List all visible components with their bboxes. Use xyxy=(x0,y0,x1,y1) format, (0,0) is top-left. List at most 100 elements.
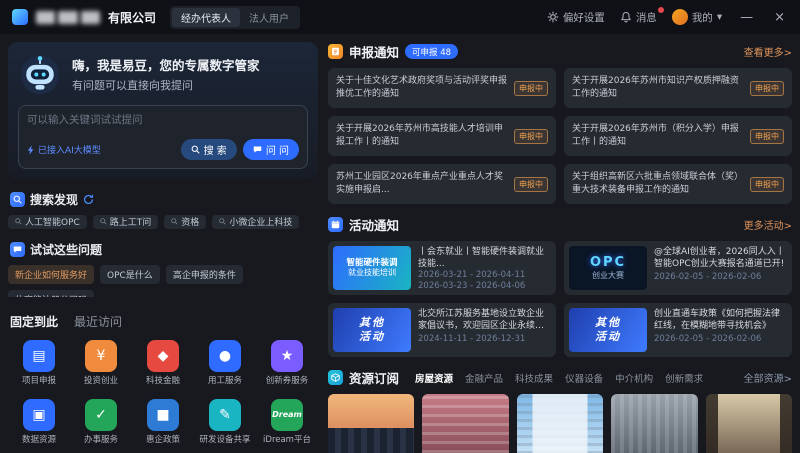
property-card[interactable]: 整楼出租创新工E+586㎡ 40 9平 xyxy=(422,394,508,453)
question-chip[interactable]: 住宅能注册公司吗 xyxy=(8,290,94,297)
question-input[interactable] xyxy=(27,114,299,126)
preferences-button[interactable]: 偏好设置 xyxy=(547,10,605,25)
gear-icon xyxy=(547,11,559,23)
property-card[interactable]: 560义创办公，满足精... 办公，95-1800㎡ xyxy=(517,394,603,453)
activity-thumbnail: 智能硬件装调 就业技能培训 xyxy=(333,246,411,290)
ask-button-label: 问 问 xyxy=(266,142,289,157)
titlebar-actions: 偏好设置 消息 我的 ▾ — × xyxy=(547,9,788,25)
notice-card[interactable]: 关于开展2026年苏州市（积分入学）申报工作丨的通知 申报中 xyxy=(564,116,792,156)
discover-chip[interactable]: 资格 xyxy=(164,215,206,229)
project-icon: ▤ xyxy=(23,340,55,372)
property-photo xyxy=(328,394,414,453)
tab-housing[interactable]: 房屋资源 xyxy=(415,371,453,385)
notice-title: 苏州工业园区2026年重点产业重点人才奖实施申报启... xyxy=(336,171,508,196)
tab-pinned[interactable]: 固定到此 xyxy=(10,313,58,330)
app-shortcut-equipment[interactable]: ✎ 研发设备共享 xyxy=(194,399,256,445)
notice-card[interactable]: 关于组织高新区六批重点领域联合体（奖）重大技术装备申报工作的通知 申报中 xyxy=(564,164,792,204)
status-badge: 申报中 xyxy=(514,129,548,144)
app-grid: ▤ 项目申报 ¥ 投资创业 ◆ 科技金融 ● 用工服务 ★ 创新券服务 xyxy=(8,340,318,445)
assistant-zone: 嗨，我是易豆，您的专属数字管家 有问题可以直接向我提问 已接入AI大模型 xyxy=(8,42,318,179)
titlebar: 有限公司 经办代表人 法人用户 偏好设置 消息 我的 ▾ — × xyxy=(0,0,800,34)
activity-card[interactable]: 智能硬件装调 就业技能培训 丨会东就业丨智能硬件装调就业技能... 2026-0… xyxy=(328,241,556,295)
labor-icon: ● xyxy=(209,340,241,372)
app-label: 办事服务 xyxy=(84,435,118,445)
app-shortcut-invest[interactable]: ¥ 投资创业 xyxy=(70,340,132,386)
activity-title: 北交所江苏服务基地设立致企业家倡议书，欢迎园区企业永续加入! xyxy=(418,308,551,332)
profile-menu[interactable]: 我的 ▾ xyxy=(672,9,722,25)
invest-icon: ¥ xyxy=(85,340,117,372)
avatar xyxy=(672,9,688,25)
ask-buttons: 搜 索 问 问 xyxy=(181,139,299,160)
notice-card[interactable]: 关于开展2026年苏州市知识产权质押融资工作的通知 申报中 xyxy=(564,68,792,108)
app-shortcut-policy[interactable]: ■ 惠企政策 xyxy=(132,399,194,445)
app-shortcut-service[interactable]: ✓ 办事服务 xyxy=(70,399,132,445)
activity-date: 2024-11-11 - 2026-12-31 xyxy=(418,334,551,344)
app-shortcut-finance[interactable]: ◆ 科技金融 xyxy=(132,340,194,386)
assistant-greeting: 嗨，我是易豆，您的专属数字管家 有问题可以直接向我提问 xyxy=(72,55,260,93)
tab-financial[interactable]: 金融产品 xyxy=(465,371,503,385)
tab-innovation-needs[interactable]: 创新需求 xyxy=(665,371,703,385)
ask-button[interactable]: 问 问 xyxy=(243,139,299,160)
app-shortcut-voucher[interactable]: ★ 创新券服务 xyxy=(256,340,318,386)
activity-card[interactable]: 其他 活动 北交所江苏服务基地设立致企业家倡议书，欢迎园区企业永续加入! 202… xyxy=(328,303,556,357)
resources-title: 资源订阅 xyxy=(349,368,399,387)
property-card[interactable]: 6-9A0 xyxy=(328,394,414,453)
question-chip[interactable]: 高企申报的条件 xyxy=(166,265,243,284)
notices-more-link[interactable]: 查看更多> xyxy=(744,44,792,59)
declarable-count-badge: 可申报 48 xyxy=(405,44,458,59)
greeting-line1: 嗨，我是易豆，您的专属数字管家 xyxy=(72,55,260,74)
preferences-label: 偏好设置 xyxy=(563,10,605,25)
status-badge: 申报中 xyxy=(514,177,548,192)
app-shortcut-idream[interactable]: Dream iDream平台 xyxy=(256,399,318,445)
ai-model-label: 已接入AI大模型 xyxy=(38,143,101,156)
activity-card[interactable]: 其他 活动 创业直通车政策《如何把握法律红线，在模糊地带寻找机会》 2026-0… xyxy=(564,303,792,357)
tab-instruments[interactable]: 仪器设备 xyxy=(565,371,603,385)
discover-chips: 人工智能OPC 路上工T问 资格 小微企业上科技 xyxy=(8,215,318,229)
document-icon xyxy=(328,44,343,59)
search-icon xyxy=(171,218,178,225)
app-label: 用工服务 xyxy=(208,376,242,386)
activity-title: 创业直通车政策《如何把握法律红线，在模糊地带寻找机会》 xyxy=(654,308,787,332)
close-button[interactable]: × xyxy=(771,11,788,24)
tab-agent-user[interactable]: 经办代表人 xyxy=(172,8,240,27)
refresh-icon[interactable] xyxy=(83,194,94,205)
greeting-line2: 有问题可以直接向我提问 xyxy=(72,77,260,93)
discover-chip[interactable]: 小微企业上科技 xyxy=(212,215,299,229)
status-badge: 申报中 xyxy=(750,129,784,144)
notices-title: 申报通知 xyxy=(349,42,399,61)
search-icon xyxy=(191,145,200,154)
app-shortcut-labor[interactable]: ● 用工服务 xyxy=(194,340,256,386)
activity-card[interactable]: OPC 创业大赛 @全球AI创业者，2026同人入丨智能OPC创业大赛报名通道已… xyxy=(564,241,792,295)
tab-agencies[interactable]: 中介机构 xyxy=(615,371,653,385)
questions-title: 试试这些问题 xyxy=(30,241,102,258)
chat-icon xyxy=(253,145,262,154)
minimize-button[interactable]: — xyxy=(737,11,756,24)
app-shortcut-data[interactable]: ▣ 数据资源 xyxy=(8,399,70,445)
resources-more-link[interactable]: 全部资源> xyxy=(744,370,792,385)
discover-chip[interactable]: 路上工T问 xyxy=(93,215,159,229)
app-label: 投资创业 xyxy=(84,376,118,386)
app-label: iDream平台 xyxy=(263,435,311,445)
questions-icon xyxy=(10,242,25,257)
property-card[interactable]: 浦公外服大厦，苏州 园区精装 xyxy=(706,394,792,453)
tab-recent[interactable]: 最近访问 xyxy=(74,313,122,330)
app-shortcut-project[interactable]: ▤ 项目申报 xyxy=(8,340,70,386)
notice-card[interactable]: 关于十佳文化艺术政府奖项与活动评奖申报推优工作的通知 申报中 xyxy=(328,68,556,108)
notice-card[interactable]: 苏州工业园区2026年重点产业重点人才奖实施申报启... 申报中 xyxy=(328,164,556,204)
tab-legal-user[interactable]: 法人用户 xyxy=(240,8,298,27)
messages-button[interactable]: 消息 xyxy=(620,10,657,25)
activities-title: 活动通知 xyxy=(349,215,399,234)
question-chip[interactable]: OPC是什么 xyxy=(100,265,160,284)
notice-card[interactable]: 关于开展2026年苏州市高技能人才培训申报工作丨的通知 申报中 xyxy=(328,116,556,156)
app-window: 有限公司 经办代表人 法人用户 偏好设置 消息 我的 ▾ — × xyxy=(0,0,800,453)
notices-section: 申报通知 可申报 48 查看更多> 关于十佳文化艺术政府奖项与活动评奖申报推优工… xyxy=(328,42,792,204)
calendar-icon xyxy=(328,217,343,232)
activities-more-link[interactable]: 更多活动> xyxy=(744,217,792,232)
property-card[interactable]: 高新科技大厦，精装 办公，1340㎡ xyxy=(611,394,697,453)
notification-badge xyxy=(657,6,665,14)
question-chip[interactable]: 新企业如何服务好 xyxy=(8,265,94,284)
tab-tech-results[interactable]: 科技成果 xyxy=(515,371,553,385)
search-button[interactable]: 搜 索 xyxy=(181,139,237,160)
chevron-down-icon: ▾ xyxy=(717,11,722,23)
discover-chip[interactable]: 人工智能OPC xyxy=(8,215,87,229)
